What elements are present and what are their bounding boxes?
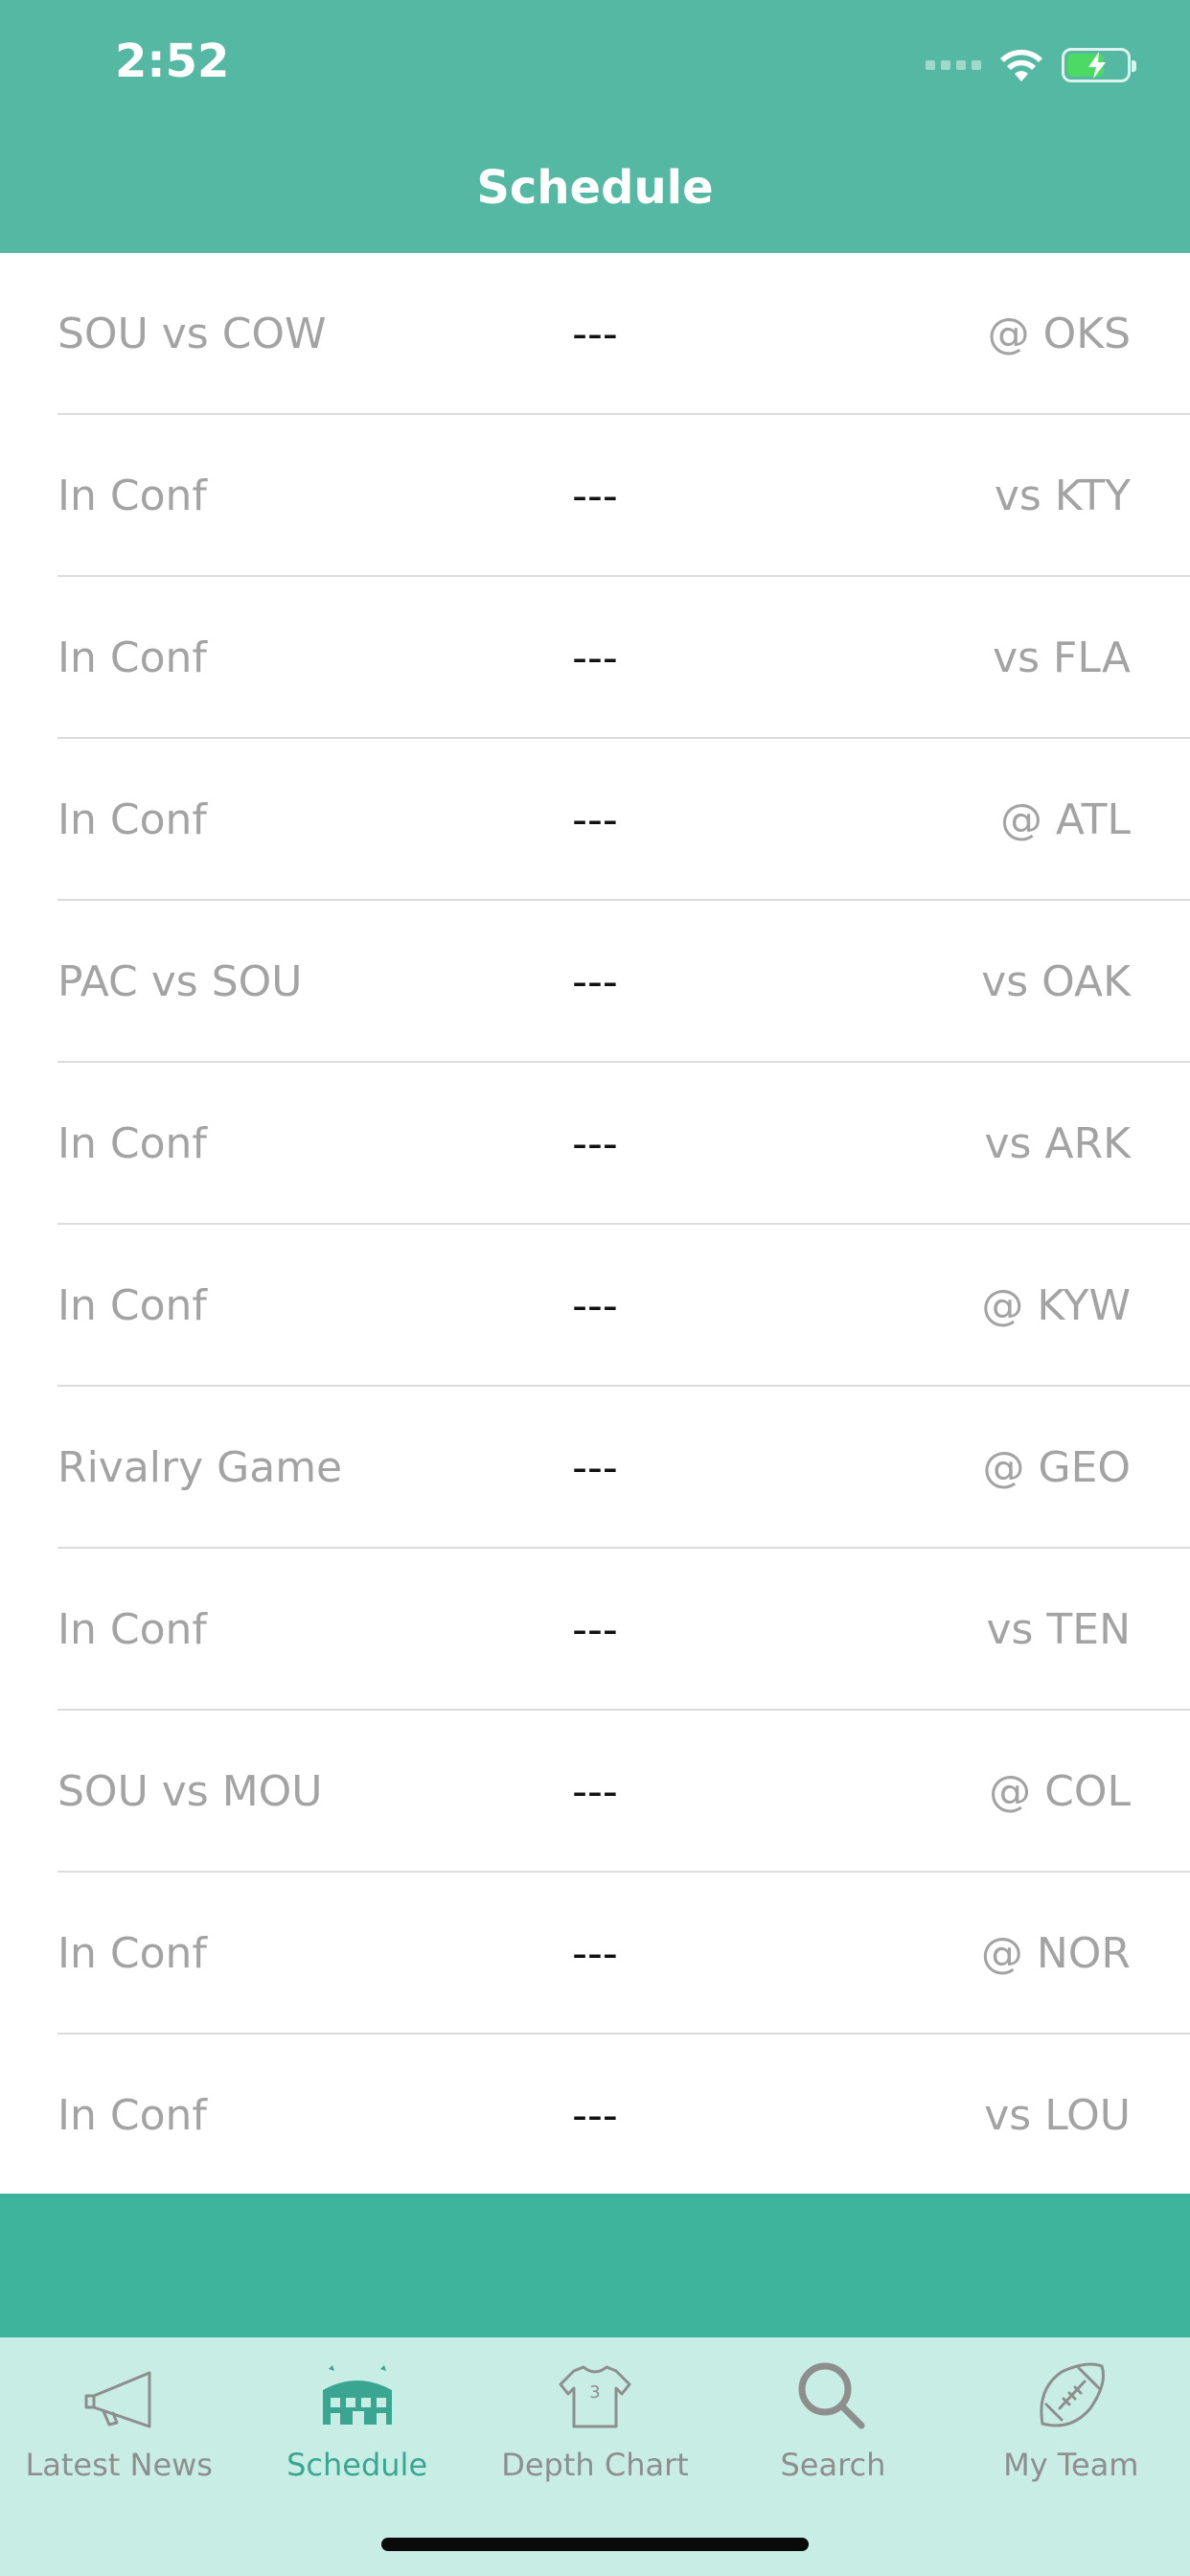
schedule-row[interactable]: In Conf --- @ KYW <box>0 1225 1190 1387</box>
schedule-row[interactable]: PAC vs SOU --- vs OAK <box>0 901 1190 1063</box>
opponent-label: @ NOR <box>980 1929 1131 1978</box>
status-icons <box>926 42 1136 88</box>
home-indicator[interactable] <box>381 2538 809 2551</box>
opponent-label: @ GEO <box>982 1443 1131 1492</box>
battery-icon <box>1062 48 1136 82</box>
svg-text:3: 3 <box>589 2382 600 2403</box>
schedule-row[interactable]: In Conf --- vs KTY <box>0 415 1190 577</box>
schedule-list: SOU vs COW --- @ OKS In Conf --- vs KTY … <box>0 253 1190 2194</box>
opponent-label: vs OAK <box>981 957 1131 1006</box>
megaphone-icon <box>76 2358 162 2435</box>
tab-label: Search <box>780 2447 886 2483</box>
page-title: Schedule <box>476 161 714 215</box>
opponent-label: vs ARK <box>984 1119 1131 1168</box>
schedule-row[interactable]: SOU vs COW --- @ OKS <box>0 253 1190 415</box>
schedule-row[interactable]: Rivalry Game --- @ GEO <box>0 1387 1190 1549</box>
stadium-icon <box>314 2358 400 2435</box>
opponent-label: @ OKS <box>987 310 1131 358</box>
tab-label: Schedule <box>286 2447 428 2483</box>
schedule-row[interactable]: In Conf --- vs ARK <box>0 1063 1190 1225</box>
opponent-label: @ ATL <box>999 795 1131 844</box>
tab-my-team[interactable]: My Team <box>952 2337 1190 2576</box>
tab-label: My Team <box>1003 2447 1139 2483</box>
cellular-signal-icon <box>926 60 981 70</box>
opponent-label: vs FLA <box>993 633 1131 682</box>
football-icon <box>1028 2358 1114 2435</box>
search-icon <box>790 2358 876 2435</box>
opponent-label: @ COL <box>989 1767 1131 1816</box>
banner-area <box>0 2194 1190 2337</box>
opponent-label: vs LOU <box>984 2091 1131 2140</box>
schedule-row[interactable]: In Conf --- vs FLA <box>0 577 1190 739</box>
opponent-label: vs KTY <box>994 472 1131 520</box>
tab-label: Latest News <box>25 2447 213 2483</box>
schedule-row[interactable]: In Conf --- @ NOR <box>0 1873 1190 2035</box>
schedule-row[interactable]: SOU vs MOU --- @ COL <box>0 1711 1190 1873</box>
schedule-row[interactable]: In Conf --- @ ATL <box>0 739 1190 901</box>
wifi-icon <box>1000 49 1042 81</box>
jersey-icon: 3 <box>552 2358 638 2435</box>
opponent-label: @ KYW <box>981 1281 1131 1330</box>
schedule-row[interactable]: In Conf --- vs LOU <box>0 2035 1190 2196</box>
status-time: 2:52 <box>115 34 230 88</box>
navigation-header: 2:52 Schedule <box>0 0 1190 253</box>
tab-label: Depth Chart <box>501 2447 689 2483</box>
tab-latest-news[interactable]: Latest News <box>0 2337 238 2576</box>
opponent-label: vs TEN <box>986 1605 1131 1654</box>
schedule-row[interactable]: In Conf --- vs TEN <box>0 1549 1190 1711</box>
app-root: 2:52 Schedule SOU vs COW --- @ OKS In Co… <box>0 0 1190 2576</box>
